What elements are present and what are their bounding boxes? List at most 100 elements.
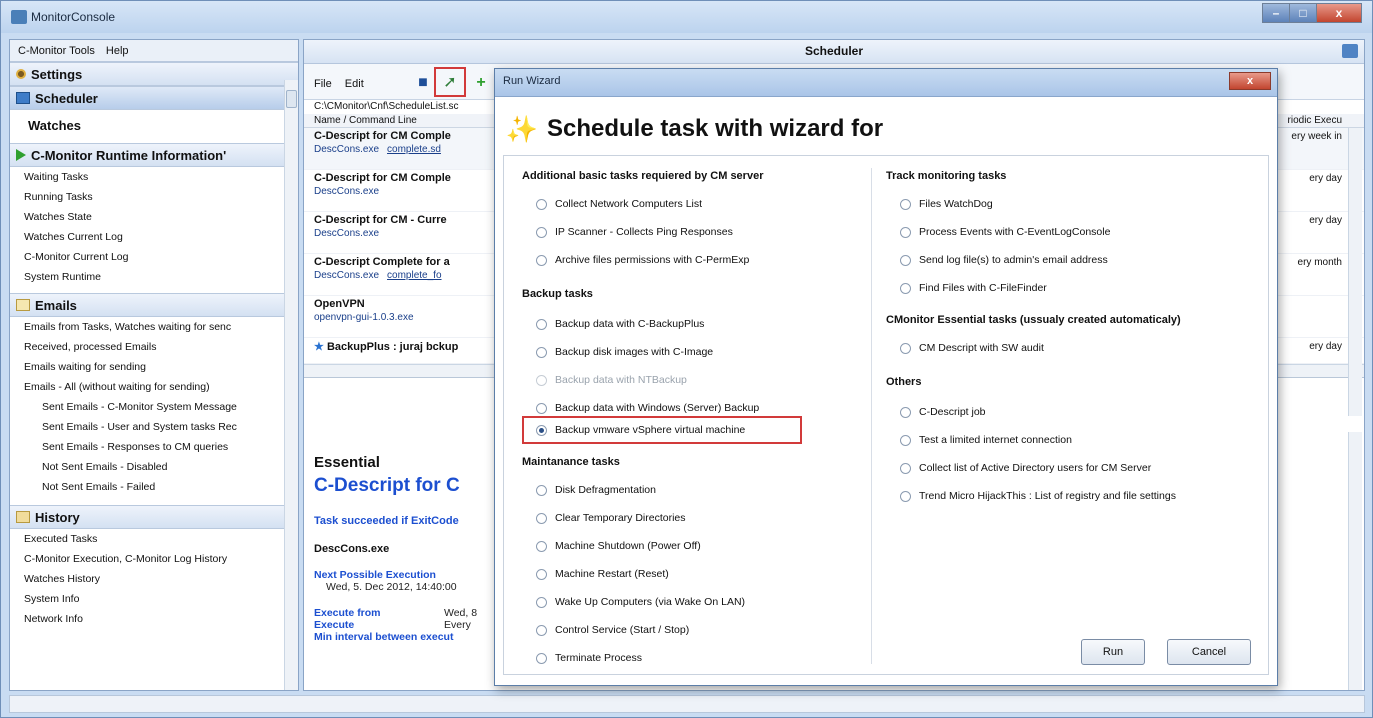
wizard-icon[interactable]: ➚ bbox=[434, 67, 466, 97]
radio-button[interactable] bbox=[536, 226, 547, 238]
maximize-button[interactable]: □ bbox=[1289, 3, 1317, 23]
close-button[interactable]: x bbox=[1316, 3, 1362, 23]
nav-group-settings[interactable]: Settings bbox=[10, 62, 298, 86]
radio-button[interactable] bbox=[536, 484, 547, 496]
radio-button[interactable] bbox=[900, 406, 911, 418]
save-icon[interactable]: ■ bbox=[412, 72, 434, 94]
scheduler-title: Scheduler bbox=[804, 44, 864, 58]
nav-group-emails[interactable]: Emails bbox=[10, 293, 298, 317]
menu-cmonitor-tools[interactable]: C-Monitor Tools bbox=[18, 45, 95, 57]
minimize-button[interactable]: – bbox=[1262, 3, 1290, 23]
option-process-events[interactable]: Process Events with C-EventLogConsole bbox=[900, 226, 1110, 238]
option-backup-windows-server[interactable]: Backup data with Windows (Server) Backup bbox=[536, 402, 759, 414]
radio-button[interactable] bbox=[536, 540, 547, 552]
column-name-command[interactable]: Name / Command Line bbox=[314, 115, 417, 126]
menu-help[interactable]: Help bbox=[106, 45, 129, 57]
radio-button[interactable] bbox=[900, 434, 911, 446]
option-archive-permissions[interactable]: Archive files permissions with C-PermExp bbox=[536, 254, 749, 266]
option-collect-network[interactable]: Collect Network Computers List bbox=[536, 198, 702, 210]
radio-button[interactable] bbox=[536, 624, 547, 636]
option-files-watchdog[interactable]: Files WatchDog bbox=[900, 198, 993, 210]
option-cdescript-job[interactable]: C-Descript job bbox=[900, 406, 986, 418]
add-icon[interactable]: + bbox=[470, 72, 492, 94]
radio-button[interactable] bbox=[900, 342, 911, 354]
nav-item-emails-all[interactable]: Emails - All (without waiting for sendin… bbox=[10, 377, 298, 397]
option-disk-defrag[interactable]: Disk Defragmentation bbox=[536, 484, 656, 496]
nav-item-emails-from-tasks[interactable]: Emails from Tasks, Watches waiting for s… bbox=[10, 317, 298, 337]
nav-item-cmonitor-current-log[interactable]: C-Monitor Current Log bbox=[10, 247, 298, 267]
radio-button[interactable] bbox=[900, 226, 911, 238]
run-button[interactable]: Run bbox=[1081, 639, 1145, 665]
nav-item-system-runtime[interactable]: System Runtime bbox=[10, 267, 298, 287]
task-param-link[interactable]: complete.sd bbox=[387, 144, 441, 155]
left-scroll-thumb[interactable] bbox=[286, 90, 297, 108]
left-scrollbar[interactable] bbox=[284, 80, 298, 690]
option-machine-shutdown[interactable]: Machine Shutdown (Power Off) bbox=[536, 540, 701, 552]
column-periodic-execution[interactable]: riodic Execu bbox=[1288, 115, 1342, 126]
radio-button-selected[interactable] bbox=[536, 424, 547, 436]
nav-item-emails-waiting[interactable]: Emails waiting for sending bbox=[10, 357, 298, 377]
detail-exec-from-value: Wed, 8 bbox=[444, 607, 478, 619]
nav-group-scheduler[interactable]: Scheduler bbox=[10, 86, 298, 110]
nav-group-runtime[interactable]: C-Monitor Runtime Information' bbox=[10, 143, 298, 167]
nav-subitem-sent-responses[interactable]: Sent Emails - Responses to CM queries bbox=[10, 437, 298, 457]
radio-button[interactable] bbox=[900, 462, 911, 474]
nav-item-watches-history[interactable]: Watches History bbox=[10, 569, 298, 589]
nav-item-waiting-tasks[interactable]: Waiting Tasks bbox=[10, 167, 298, 187]
nav-item-watches-current-log[interactable]: Watches Current Log bbox=[10, 227, 298, 247]
cancel-button[interactable]: Cancel bbox=[1167, 639, 1251, 665]
nav-item-running-tasks[interactable]: Running Tasks bbox=[10, 187, 298, 207]
nav-item-received-emails[interactable]: Received, processed Emails bbox=[10, 337, 298, 357]
radio-button[interactable] bbox=[536, 254, 547, 266]
option-trend-micro-hijackthis[interactable]: Trend Micro HijackThis : List of registr… bbox=[900, 490, 1176, 502]
option-send-log-files[interactable]: Send log file(s) to admin's email addres… bbox=[900, 254, 1108, 266]
option-label: Backup data with Windows (Server) Backup bbox=[555, 402, 760, 414]
dialog-close-button[interactable]: x bbox=[1229, 72, 1271, 90]
option-backup-vmware-vsphere[interactable]: Backup vmware vSphere virtual machine bbox=[536, 424, 745, 436]
radio-button[interactable] bbox=[536, 652, 547, 664]
option-find-files[interactable]: Find Files with C-FileFinder bbox=[900, 282, 1047, 294]
menu-file[interactable]: File bbox=[314, 78, 332, 90]
option-ip-scanner[interactable]: IP Scanner - Collects Ping Responses bbox=[536, 226, 733, 238]
option-terminate-process[interactable]: Terminate Process bbox=[536, 652, 642, 664]
option-machine-restart[interactable]: Machine Restart (Reset) bbox=[536, 568, 669, 580]
magic-wand-icon: ✨ bbox=[505, 113, 539, 144]
option-wake-on-lan[interactable]: Wake Up Computers (via Wake On LAN) bbox=[536, 596, 745, 608]
option-backup-cbackupplus[interactable]: Backup data with C-BackupPlus bbox=[536, 318, 704, 330]
radio-button[interactable] bbox=[536, 402, 547, 414]
nav-item-execution-log-history[interactable]: C-Monitor Execution, C-Monitor Log Histo… bbox=[10, 549, 298, 569]
radio-button[interactable] bbox=[900, 490, 911, 502]
radio-button[interactable] bbox=[536, 318, 547, 330]
nav-item-executed-tasks[interactable]: Executed Tasks bbox=[10, 529, 298, 549]
nav-watches[interactable]: Watches bbox=[10, 110, 298, 143]
nav-item-system-info[interactable]: System Info bbox=[10, 589, 298, 609]
detail-vscroll[interactable] bbox=[1348, 432, 1362, 690]
radio-button[interactable] bbox=[900, 254, 911, 266]
radio-button[interactable] bbox=[536, 198, 547, 210]
task-command: DescCons.exe bbox=[314, 186, 380, 197]
option-backup-cimage[interactable]: Backup disk images with C-Image bbox=[536, 346, 713, 358]
task-command: DescCons.exe bbox=[314, 144, 380, 155]
radio-button[interactable] bbox=[900, 198, 911, 210]
nav-subitem-not-sent-disabled[interactable]: Not Sent Emails - Disabled bbox=[10, 457, 298, 477]
nav-item-watches-state[interactable]: Watches State bbox=[10, 207, 298, 227]
radio-button[interactable] bbox=[536, 596, 547, 608]
option-test-internet[interactable]: Test a limited internet connection bbox=[900, 434, 1072, 446]
option-cm-descript-sw-audit[interactable]: CM Descript with SW audit bbox=[900, 342, 1044, 354]
option-clear-temp[interactable]: Clear Temporary Directories bbox=[536, 512, 686, 524]
menu-edit[interactable]: Edit bbox=[345, 78, 364, 90]
radio-button[interactable] bbox=[536, 568, 547, 580]
nav-group-history[interactable]: History bbox=[10, 505, 298, 529]
star-icon: ★ bbox=[314, 341, 324, 353]
nav-subitem-sent-user[interactable]: Sent Emails - User and System tasks Rec bbox=[10, 417, 298, 437]
option-control-service[interactable]: Control Service (Start / Stop) bbox=[536, 624, 689, 636]
nav-subitem-sent-system[interactable]: Sent Emails - C-Monitor System Message bbox=[10, 397, 298, 417]
nav-subitem-not-sent-failed[interactable]: Not Sent Emails - Failed bbox=[10, 477, 298, 497]
task-param-link[interactable]: complete_fo bbox=[387, 270, 441, 281]
task-list-vscroll[interactable] bbox=[1348, 128, 1362, 416]
radio-button[interactable] bbox=[536, 346, 547, 358]
radio-button[interactable] bbox=[900, 282, 911, 294]
nav-item-network-info[interactable]: Network Info bbox=[10, 609, 298, 629]
radio-button[interactable] bbox=[536, 512, 547, 524]
option-collect-ad-users[interactable]: Collect list of Active Directory users f… bbox=[900, 462, 1151, 474]
